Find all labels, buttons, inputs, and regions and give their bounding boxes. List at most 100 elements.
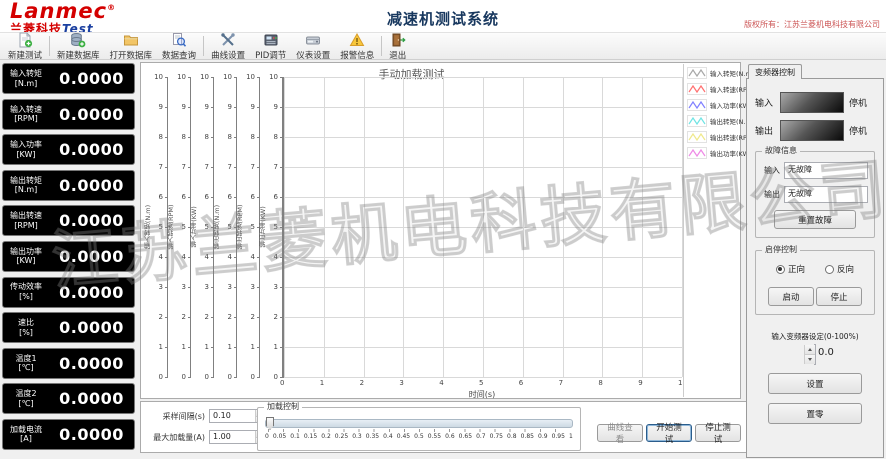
zero-button[interactable]: 置零 [768, 403, 862, 424]
readout-label: 温度2 [℃] [3, 389, 49, 408]
new-test-button[interactable]: 新建测试 [3, 32, 47, 61]
data-query-icon [171, 32, 187, 48]
readout-name: 加载电流 [10, 424, 42, 434]
reset-fault-button[interactable]: 重置故障 [774, 210, 856, 229]
readout-row: 输入功率 [KW] 0.0000 [2, 134, 135, 166]
y-axis-title: 输入功率(KW) [190, 206, 198, 248]
inverter-panel: 变频器控制 输入 停机 输出 停机 故障信息 输入 无故障 输出 无故障 重置故… [746, 60, 884, 458]
y-tick-label: 9 [158, 102, 163, 111]
view-curve-button[interactable]: 曲线查看 [597, 423, 643, 445]
y-tick-label: 6 [273, 192, 278, 201]
main-content: 输入转矩 [N.m] 0.0000 输入转速 [RPM] 0.0000 输入功率 [KW] 0.… [0, 60, 886, 459]
exit-button[interactable]: 退出 [384, 33, 411, 61]
tab-inverter-control[interactable]: 变频器控制 [748, 64, 802, 79]
gridline [284, 377, 682, 378]
chart-legend: 输入转矩(N.m) 输入转速(RPM) 输入功率(KW) 输出转矩(N.m) 输出转速(… [683, 64, 755, 397]
y-tick-label: 7 [227, 162, 232, 171]
slider-tick-label: 0 [265, 433, 269, 440]
y-tick-label: 3 [181, 282, 186, 291]
readout-row: 传动效率 [%] 0.0000 [2, 276, 135, 308]
input-drive-status: 停机 [849, 99, 868, 109]
output-fault-field[interactable]: 无故障 [784, 186, 868, 203]
tool-label: 退出 [389, 50, 407, 61]
x-ticks: 012345678910 [280, 379, 687, 389]
gridline [284, 227, 682, 228]
y-tick-label: 7 [181, 162, 186, 171]
y-tick-label: 0 [158, 372, 163, 381]
slider-tick-label: 0.45 [396, 433, 411, 440]
slider-tick-label: 0.55 [427, 433, 442, 440]
slider-tick-label: 0.7 [476, 433, 486, 440]
y-axis: 输入转矩(N.m) 0 1 2 3 4 5 6 7 8 9 10 [144, 73, 168, 380]
legend-item: 输出转矩(N.m) [687, 115, 754, 127]
tool-label: 报警信息 [340, 50, 375, 61]
slider-tick-label: 1 [568, 433, 573, 440]
y-tick-label: 0 [273, 372, 278, 381]
readout-label: 温度1 [℃] [3, 354, 49, 373]
new-database-button[interactable]: 新建数据库 [52, 32, 105, 61]
header: Lanmec® 兰菱科技Test 减速机测试系统 版权所有：江苏兰菱机电科技有限… [0, 0, 886, 35]
max-load-value[interactable]: 1.00 [213, 432, 254, 441]
curve-settings-button[interactable]: 曲线设置 [206, 32, 250, 61]
toolbar-separator [203, 36, 205, 56]
sample-interval-value[interactable]: 0.10 [213, 411, 254, 420]
curve-settings-icon [220, 32, 236, 48]
open-database-icon [123, 32, 139, 48]
gridline [284, 77, 682, 78]
run-control-group-title: 启停控制 [762, 245, 800, 255]
y-tick-label: 8 [250, 132, 255, 141]
y-tick-label: 3 [204, 282, 209, 291]
data-query-button[interactable]: 数据查询 [157, 32, 201, 61]
y-axis-title: 输入转速(RPM) [167, 204, 175, 250]
x-tick-label: 9 [638, 379, 643, 387]
spin-down-button[interactable] [805, 354, 815, 364]
stop-test-button[interactable]: 停止测试 [695, 423, 741, 445]
alarm-info-button[interactable]: 报警信息 [335, 32, 379, 61]
readout-unit: [KW] [16, 149, 36, 159]
slider-tick-label: 0.25 [334, 433, 349, 440]
start-test-button[interactable]: 开始测试 [646, 423, 692, 445]
spin-up-button[interactable] [805, 345, 815, 354]
x-tick-label: 4 [439, 379, 444, 387]
reverse-radio[interactable]: 反向 [825, 263, 854, 275]
stop-button[interactable]: 停止 [816, 287, 862, 306]
gridline [284, 167, 682, 168]
y-tick-label: 4 [158, 252, 163, 261]
legend-item: 输出功率(KW) [687, 147, 752, 159]
readout-unit: [KW] [16, 256, 36, 266]
legend-item: 输入功率(KW) [687, 99, 752, 111]
legend-item: 输入转速(RPM) [687, 83, 755, 95]
setpoint-spinner[interactable]: 0.0 [804, 344, 834, 365]
max-load-row: 最大加载量(A) 1.00 [147, 430, 267, 444]
open-database-button[interactable]: 打开数据库 [105, 32, 158, 61]
series-line-icon [687, 83, 707, 95]
readout-unit: [℃] [18, 398, 34, 408]
slider-tick-label: 0.35 [365, 433, 380, 440]
output-fault-label: 输出 [764, 190, 780, 199]
start-button[interactable]: 启动 [768, 287, 814, 306]
readout-value: 0.0000 [59, 140, 124, 160]
slider-track[interactable] [265, 417, 573, 430]
meter-settings-button[interactable]: 仪表设置 [291, 32, 335, 61]
y-axis: 输出功率(KW) 0 1 2 3 4 5 6 7 8 9 10 [259, 73, 283, 380]
load-slider[interactable]: 0 0.05 0.1 0.15 0.2 0.25 0.3 0.35 0.4 0.45 0.5 0.55… [265, 417, 573, 440]
series-line-icon [687, 115, 707, 127]
input-fault-field[interactable]: 无故障 [784, 162, 868, 179]
forward-radio[interactable]: 正向 [775, 263, 805, 275]
run-control-group: 启停控制 正向 反向 启动 停止 [755, 245, 875, 315]
input-fault-row: 输入 无故障 [762, 162, 868, 179]
y-tick-label: 2 [158, 312, 163, 321]
y-tick-label: 5 [273, 222, 278, 231]
gridline [284, 287, 682, 288]
pid-tuning-button[interactable]: PID调节 [250, 33, 291, 61]
y-tick-label: 2 [181, 312, 186, 321]
meter-settings-icon [305, 32, 321, 48]
y-tick-label: 9 [204, 102, 209, 111]
toolbar: 新建测试 新建数据库 打开数据库 数据查询 曲线设置 PID调节 仪表设置 报警… [0, 32, 886, 61]
set-button[interactable]: 设置 [768, 373, 862, 394]
readout-unit: [℃] [18, 363, 34, 373]
tool-label: 新建数据库 [57, 50, 100, 61]
readout-value: 0.0000 [59, 353, 124, 373]
forward-radio-label: 正向 [787, 265, 805, 275]
readout-row: 输入转速 [RPM] 0.0000 [2, 98, 135, 130]
